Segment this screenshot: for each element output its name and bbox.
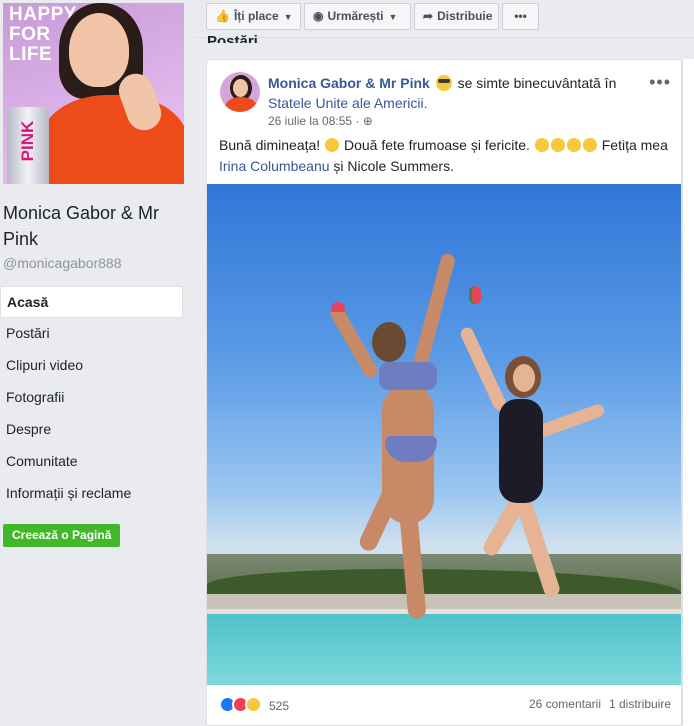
post-options-button[interactable]: ••• [649,72,671,93]
page-handle[interactable]: @monicagabor888 [3,255,122,271]
page-nav: Acasă Postări Clipuri video Fotografii D… [0,286,183,510]
left-column: HAPPY FOR LIFE PINK Monica Gabor & Mr Pi… [0,0,194,726]
nav-item-posts[interactable]: Postări [0,318,183,350]
share-button[interactable]: ➦ Distribuie [414,3,499,30]
globe-icon: ⊕ [362,114,373,128]
post-author-link[interactable]: Monica Gabor & Mr Pink [268,75,430,91]
like-page-button[interactable]: 👍 Îți place ▼ [206,3,301,30]
create-page-button[interactable]: Creează o Pagină [3,524,121,547]
chevron-down-icon: ▼ [283,12,293,22]
right-edge-panel [682,59,694,726]
comments-count-link[interactable]: 26 comentarii [529,697,601,711]
kiss-emoji-icon [550,138,565,152]
share-label: Distribuie [437,9,493,23]
smile-emoji-icon [325,138,340,152]
nav-item-about[interactable]: Despre [0,414,183,446]
page-title[interactable]: Monica Gabor & Mr Pink [3,200,193,252]
post-header: Monica Gabor & Mr Pink se simte binecuvâ… [268,73,628,113]
post-text: Bună dimineața! Două fete frumoase și fe… [219,137,668,174]
profile-picture[interactable]: HAPPY FOR LIFE PINK [3,3,184,184]
wow-reaction-icon [245,696,262,713]
nav-item-videos[interactable]: Clipuri video [0,350,183,382]
rss-icon: ◉ [313,9,324,23]
nav-item-home[interactable]: Acasă [0,286,183,318]
post-timestamp[interactable]: 26 iulie la 08:55 · ⊕ [268,114,373,128]
page-action-bar: 👍 Îți place ▼ ◉ Urmărești ▼ ➦ Distribuie ••• [194,0,694,38]
posts-heading: Postări [207,33,258,43]
location-link[interactable]: Statele Unite ale Americii. [268,95,428,111]
author-avatar[interactable] [220,72,260,112]
post-card: Monica Gabor & Mr Pink se simte binecuvâ… [206,59,682,726]
post-footer: 525 26 comentarii 1 distribuire [219,694,671,716]
post-photo[interactable] [207,184,681,685]
can-label: PINK [18,120,37,162]
follow-label: Urmărești [327,9,384,23]
feeling-text: se simte binecuvântată în [457,75,617,91]
laugh-emoji-icon [582,138,597,152]
kiss-emoji-icon [566,138,581,152]
nav-item-info-ads[interactable]: Informații și reclame [0,478,183,510]
cool-emoji-icon [435,75,452,91]
shares-count-link[interactable]: 1 distribuire [609,697,671,711]
thumbs-up-icon: 👍 [215,9,230,23]
like-label: Îți place [233,9,279,23]
pool-image [207,614,681,685]
share-arrow-icon: ➦ [423,9,434,23]
kiss-emoji-icon [534,138,549,152]
reactions-count: 525 [269,699,290,713]
nav-item-community[interactable]: Comunitate [0,446,183,478]
chevron-down-icon: ▼ [388,12,398,22]
nav-item-photos[interactable]: Fotografii [0,382,183,414]
more-options-button[interactable]: ••• [502,3,539,30]
tagged-person-link[interactable]: Irina Columbeanu [219,158,330,174]
follow-button[interactable]: ◉ Urmărești ▼ [304,3,411,30]
